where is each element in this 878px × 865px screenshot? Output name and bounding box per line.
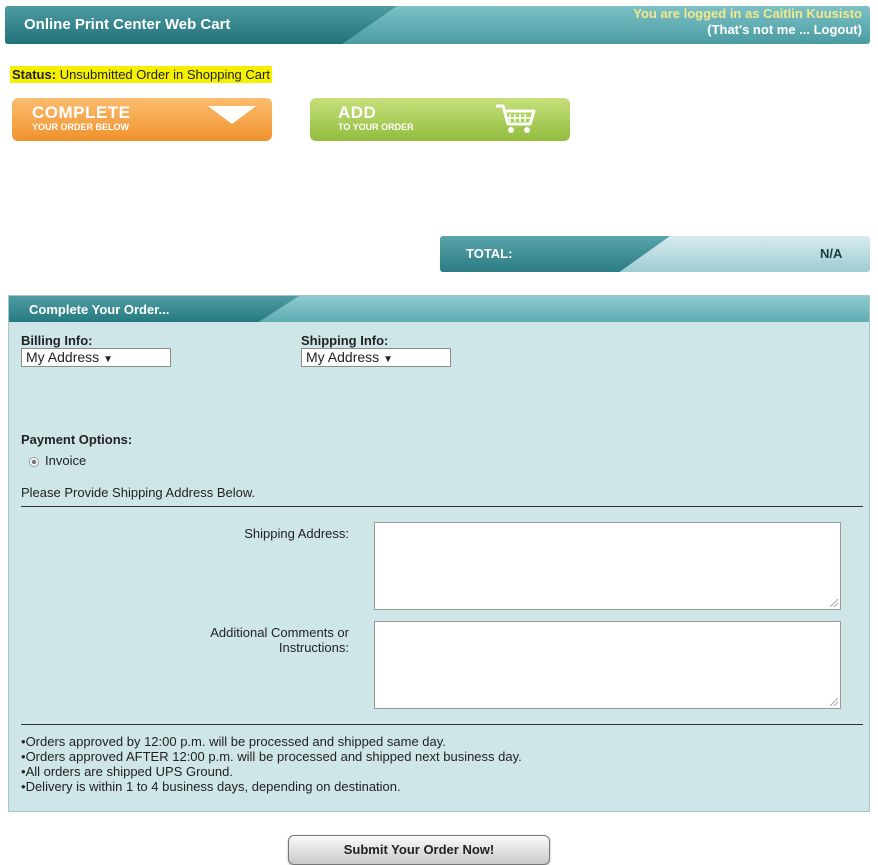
complete-order-button[interactable]: COMPLETE YOUR ORDER BELOW — [12, 98, 272, 141]
shipping-address-label: Shipping Address: — [244, 526, 349, 541]
shipping-address-textarea[interactable] — [374, 522, 841, 610]
complete-button-subtitle: YOUR ORDER BELOW — [32, 122, 130, 132]
complete-button-title: COMPLETE — [32, 103, 131, 122]
logout-link[interactable]: That's not me ... Logout — [712, 22, 858, 37]
divider — [21, 506, 863, 507]
billing-info-label: Billing Info: — [21, 333, 93, 348]
notice-item: Orders approved by 12:00 p.m. will be pr… — [21, 734, 522, 749]
shipping-info-select[interactable]: My Address ▼ — [301, 348, 451, 367]
notice-item: Orders approved AFTER 12:00 p.m. will be… — [21, 749, 522, 764]
logged-in-text: You are logged in as Caitlin Kuusisto — [633, 6, 862, 21]
chevron-down-icon: ▼ — [103, 354, 114, 365]
panel-title: Complete Your Order... — [29, 302, 170, 317]
bracket-close: ) — [857, 22, 862, 37]
comments-label-line2: Instructions: — [278, 640, 349, 655]
comments-label-line1: Additional Comments or — [210, 625, 349, 640]
comments-textarea[interactable] — [374, 621, 841, 709]
radio-icon[interactable] — [29, 456, 39, 467]
notice-item: All orders are shipped UPS Ground. — [21, 764, 522, 779]
user-info: You are logged in as Caitlin Kuusisto (T… — [633, 6, 862, 38]
shipping-select-value: My Address — [306, 349, 380, 365]
resize-grip-icon[interactable] — [830, 698, 838, 706]
add-button-title: ADD — [338, 103, 377, 122]
complete-order-panel: Complete Your Order... Billing Info: My … — [8, 295, 870, 812]
payment-option-invoice[interactable]: Invoice — [29, 453, 86, 468]
divider — [21, 724, 863, 725]
logout-line: (That's not me ... Logout) — [633, 22, 862, 38]
status-label: Status: — [12, 67, 57, 82]
shipping-info-label: Shipping Info: — [301, 333, 389, 348]
shipping-note: Please Provide Shipping Address Below. — [21, 485, 256, 500]
shopping-cart-icon — [496, 104, 536, 133]
chevron-down-icon: ▼ — [383, 354, 394, 365]
total-value: N/A — [820, 246, 843, 261]
submit-order-button[interactable]: Submit Your Order Now! — [288, 835, 550, 865]
notice-item: Delivery is within 1 to 4 business days,… — [21, 779, 522, 794]
resize-grip-icon[interactable] — [830, 599, 838, 607]
add-to-order-button[interactable]: ADD TO YOUR ORDER — [310, 98, 570, 141]
billing-select-value: My Address — [26, 349, 100, 365]
status-value: Unsubmitted Order in Shopping Cart — [59, 67, 270, 82]
billing-info-select[interactable]: My Address ▼ — [21, 348, 171, 367]
status-badge: Status: Unsubmitted Order in Shopping Ca… — [10, 66, 272, 83]
payment-options-label: Payment Options: — [21, 432, 133, 447]
page-title: Online Print Center Web Cart — [24, 16, 231, 33]
down-arrow-icon — [208, 106, 256, 124]
total-label: TOTAL: — [466, 246, 513, 261]
add-button-subtitle: TO YOUR ORDER — [338, 122, 414, 132]
invoice-label: Invoice — [45, 453, 87, 468]
order-notices: Orders approved by 12:00 p.m. will be pr… — [21, 734, 522, 794]
